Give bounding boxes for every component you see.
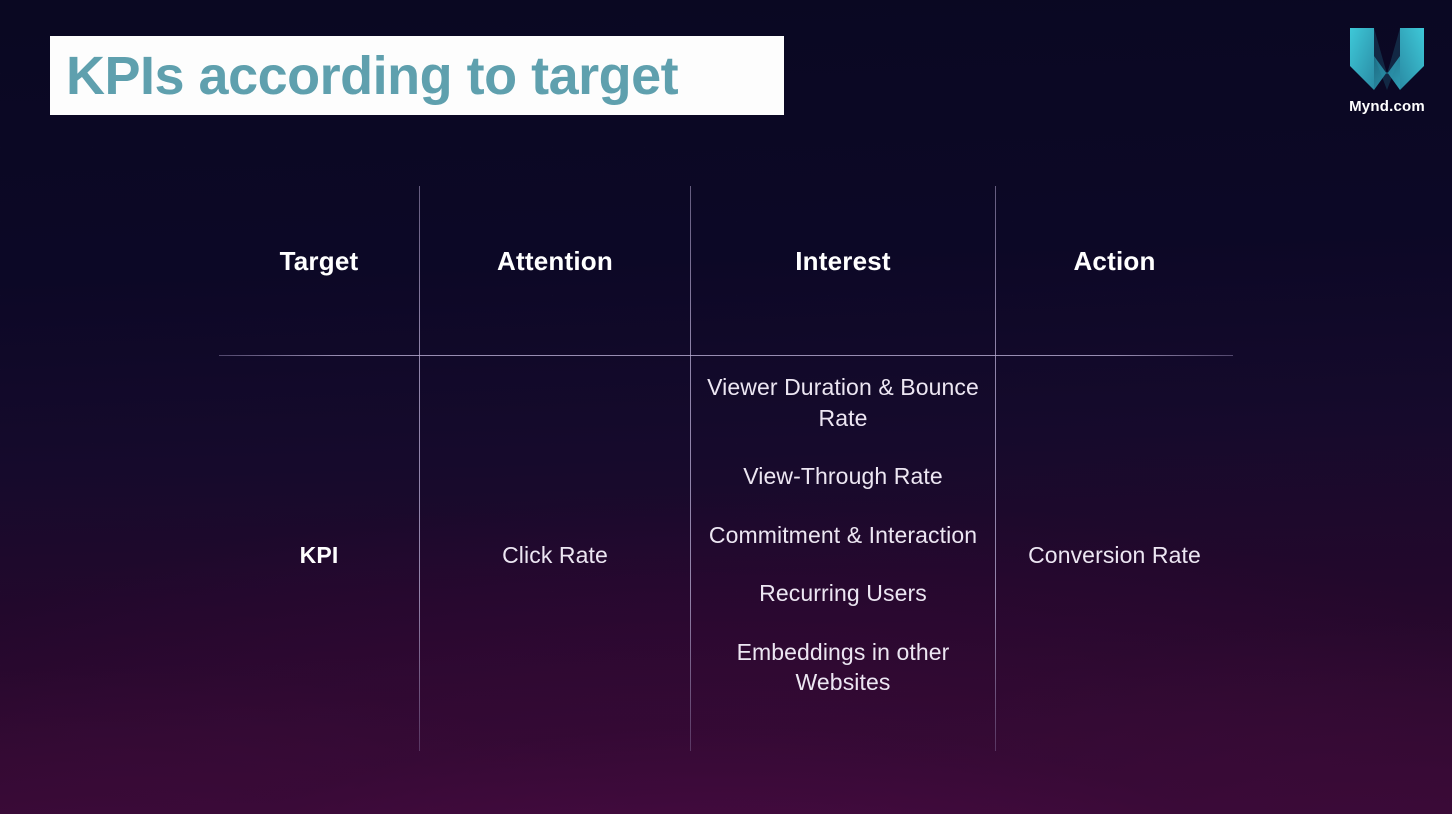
brand-name: Mynd.com — [1349, 98, 1425, 115]
list-item: Viewer Duration & Bounce Rate — [707, 374, 979, 431]
cell-attention-kpi: Click Rate — [502, 542, 608, 568]
list-item: Embeddings in other Websites — [736, 638, 950, 696]
table-header-action: Action — [1073, 246, 1156, 276]
page-title: KPIs according to target — [66, 45, 679, 106]
list-item: Recurring Users — [759, 580, 927, 607]
cell-interest-kpi: Viewer Duration & Bounce Rate View-Throu… — [691, 372, 995, 698]
cell-action-kpi: Conversion Rate — [1028, 542, 1201, 568]
slide-canvas: KPIs according to target Mynd.com Target… — [0, 0, 1452, 814]
list-item: View-Through Rate — [743, 463, 943, 490]
table-header-attention: Attention — [497, 246, 613, 276]
table-header-target: Target — [279, 246, 359, 276]
kpi-table: Target Attention Interest Action KPI Cli… — [219, 186, 1233, 751]
table-header-interest: Interest — [795, 246, 891, 276]
brand-logo[interactable]: Mynd.com — [1343, 26, 1431, 115]
header-divider — [219, 355, 1233, 356]
list-item: Commitment & Interaction — [708, 521, 978, 548]
mynd-m-logo-icon — [1350, 28, 1424, 90]
table-row-label-kpi: KPI — [299, 542, 339, 568]
title-banner: KPIs according to target — [50, 36, 784, 115]
